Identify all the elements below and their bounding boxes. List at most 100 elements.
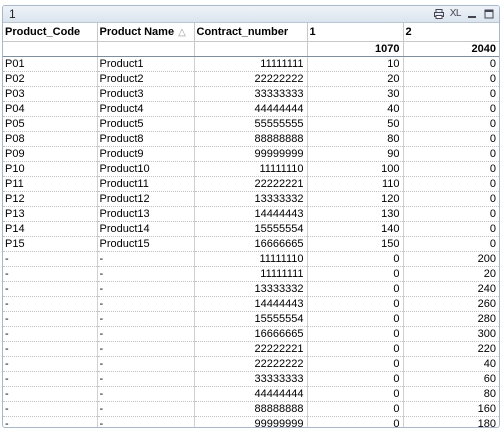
cell-contract-number[interactable]: 88888888	[194, 401, 308, 417]
cell-value-1[interactable]: 0	[307, 266, 404, 282]
cell-contract-number[interactable]: 11111110	[194, 251, 308, 267]
cell-value-2[interactable]: 0	[403, 221, 499, 237]
cell-product-name[interactable]: -	[97, 326, 195, 342]
table-row[interactable]: - -44444444 0 80	[3, 386, 499, 402]
cell-product-name[interactable]: Product2	[97, 71, 195, 87]
cell-value-2[interactable]: 300	[403, 326, 499, 342]
table-row[interactable]: - -14444443 0 260	[3, 296, 499, 312]
cell-product-code[interactable]: P03	[3, 86, 98, 102]
table-row[interactable]: P01 Product1 11111111 10 0	[3, 56, 499, 72]
cell-value-2[interactable]: 0	[403, 131, 499, 147]
cell-value-1[interactable]: 100	[307, 161, 404, 177]
minimize-icon[interactable]	[466, 7, 478, 20]
cell-value-1[interactable]: 90	[307, 146, 404, 162]
table-row[interactable]: - -33333333 0 60	[3, 371, 499, 387]
cell-value-2[interactable]: 80	[403, 386, 499, 402]
table-row[interactable]: P04 Product4 44444444 40 0	[3, 101, 499, 117]
cell-value-2[interactable]: 40	[403, 356, 499, 372]
cell-product-name[interactable]: -	[97, 266, 195, 282]
send-to-excel-button[interactable]: XL	[450, 7, 462, 20]
cell-value-2[interactable]: 240	[403, 281, 499, 297]
table-row[interactable]: - -22222221 0 220	[3, 341, 499, 357]
cell-product-name[interactable]: Product13	[97, 206, 195, 222]
cell-contract-number[interactable]: 16666665	[194, 236, 308, 252]
cell-value-1[interactable]: 0	[307, 281, 404, 297]
table-row[interactable]: P03 Product3 33333333 30 0	[3, 86, 499, 102]
cell-contract-number[interactable]: 16666665	[194, 326, 308, 342]
cell-product-code[interactable]: P10	[3, 161, 98, 177]
cell-contract-number[interactable]: 22222222	[194, 71, 308, 87]
cell-product-code[interactable]: -	[3, 326, 98, 342]
cell-value-1[interactable]: 0	[307, 341, 404, 357]
cell-value-1[interactable]: 0	[307, 311, 404, 327]
cell-value-1[interactable]: 50	[307, 116, 404, 132]
column-header-2[interactable]: 2	[403, 23, 499, 42]
column-header-product-code[interactable]: Product_Code	[3, 23, 98, 42]
cell-contract-number[interactable]: 13333332	[194, 281, 308, 297]
cell-value-2[interactable]: 0	[403, 161, 499, 177]
cell-value-1[interactable]: 0	[307, 251, 404, 267]
cell-product-code[interactable]: -	[3, 311, 98, 327]
cell-value-2[interactable]: 0	[403, 146, 499, 162]
table-row[interactable]: - -13333332 0 240	[3, 281, 499, 297]
cell-contract-number[interactable]: 33333333	[194, 86, 308, 102]
table-row[interactable]: - -22222222 0 40	[3, 356, 499, 372]
cell-contract-number[interactable]: 44444444	[194, 101, 308, 117]
cell-value-2[interactable]: 200	[403, 251, 499, 267]
cell-contract-number[interactable]: 15555554	[194, 311, 308, 327]
cell-value-2[interactable]: 20	[403, 266, 499, 282]
cell-product-name[interactable]: Product9	[97, 146, 195, 162]
cell-value-2[interactable]: 260	[403, 296, 499, 312]
cell-product-code[interactable]: -	[3, 416, 98, 427]
table-row[interactable]: P13 Product13 14444443 130 0	[3, 206, 499, 222]
table-row[interactable]: P11 Product11 22222221 110 0	[3, 176, 499, 192]
cell-product-code[interactable]: -	[3, 356, 98, 372]
table-row[interactable]: - -15555554 0 280	[3, 311, 499, 327]
cell-value-1[interactable]: 40	[307, 101, 404, 117]
cell-contract-number[interactable]: 13333332	[194, 191, 308, 207]
cell-product-code[interactable]: P01	[3, 56, 98, 72]
print-icon[interactable]	[433, 7, 445, 20]
cell-product-code[interactable]: -	[3, 296, 98, 312]
cell-product-name[interactable]: Product15	[97, 236, 195, 252]
cell-product-name[interactable]: -	[97, 281, 195, 297]
cell-product-code[interactable]: P05	[3, 116, 98, 132]
table-row[interactable]: P14 Product14 15555554 140 0	[3, 221, 499, 237]
cell-product-name[interactable]: -	[97, 251, 195, 267]
cell-value-2[interactable]: 0	[403, 86, 499, 102]
table-row[interactable]: - -88888888 0 160	[3, 401, 499, 417]
cell-value-1[interactable]: 0	[307, 296, 404, 312]
table-row[interactable]: - -11111111 0 20	[3, 266, 499, 282]
cell-product-code[interactable]: -	[3, 251, 98, 267]
cell-product-code[interactable]: P09	[3, 146, 98, 162]
cell-product-name[interactable]: -	[97, 401, 195, 417]
cell-contract-number[interactable]: 22222222	[194, 356, 308, 372]
table-row[interactable]: P10 Product10 11111110 100 0	[3, 161, 499, 177]
cell-product-name[interactable]: -	[97, 416, 195, 427]
cell-product-name[interactable]: -	[97, 356, 195, 372]
cell-product-code[interactable]: P14	[3, 221, 98, 237]
cell-contract-number[interactable]: 22222221	[194, 341, 308, 357]
cell-product-name[interactable]: -	[97, 371, 195, 387]
cell-product-name[interactable]: Product11	[97, 176, 195, 192]
cell-value-1[interactable]: 80	[307, 131, 404, 147]
cell-product-name[interactable]: -	[97, 386, 195, 402]
cell-contract-number[interactable]: 44444444	[194, 386, 308, 402]
cell-value-2[interactable]: 0	[403, 176, 499, 192]
cell-value-1[interactable]: 130	[307, 206, 404, 222]
cell-value-2[interactable]: 0	[403, 206, 499, 222]
cell-value-1[interactable]: 0	[307, 401, 404, 417]
cell-product-code[interactable]: -	[3, 341, 98, 357]
cell-contract-number[interactable]: 11111111	[194, 266, 308, 282]
cell-product-code[interactable]: P08	[3, 131, 98, 147]
cell-value-1[interactable]: 120	[307, 191, 404, 207]
table-row[interactable]: - -99999999 0 180	[3, 416, 499, 427]
cell-value-1[interactable]: 0	[307, 356, 404, 372]
cell-value-2[interactable]: 60	[403, 371, 499, 387]
cell-value-2[interactable]: 0	[403, 236, 499, 252]
cell-value-2[interactable]: 160	[403, 401, 499, 417]
column-header-product-name[interactable]: Product Name △	[97, 23, 195, 42]
table-row[interactable]: P09 Product9 99999999 90 0	[3, 146, 499, 162]
cell-product-code[interactable]: P04	[3, 101, 98, 117]
cell-contract-number[interactable]: 88888888	[194, 131, 308, 147]
